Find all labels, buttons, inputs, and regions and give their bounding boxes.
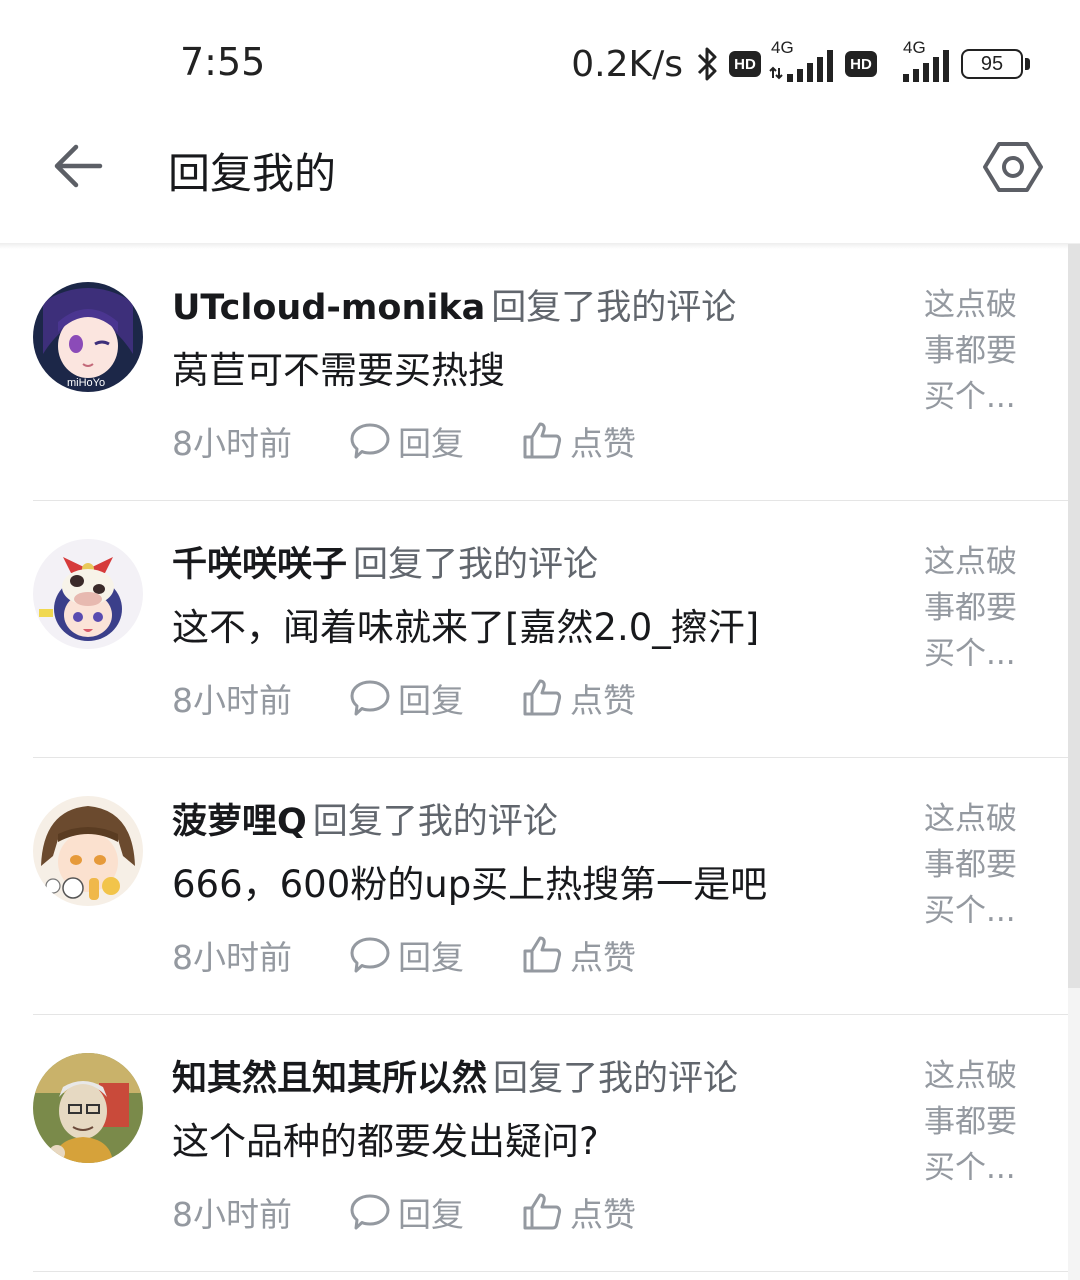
reply-title: UTcloud-monika 回复了我的评论 xyxy=(172,284,912,332)
user-name[interactable]: 知其然且知其所以然 xyxy=(172,1059,487,1099)
reply-list[interactable]: miHoYo UTcloud-monika 回复了我的评论 莴苣可不需要买热搜 8… xyxy=(0,244,1068,1280)
avatar[interactable] xyxy=(33,796,143,906)
reply-button-label: 回复 xyxy=(398,424,464,463)
source-comment-preview[interactable]: 这点破事都要买个... xyxy=(924,1053,1024,1191)
battery-icon: 95 xyxy=(961,49,1030,79)
status-bar: 7:55 0.2K/s HD 4G HD 4G 95 xyxy=(0,0,1080,120)
bluetooth-icon xyxy=(697,47,717,81)
status-time: 7:55 xyxy=(180,40,266,84)
source-comment-preview[interactable]: 这点破事都要买个... xyxy=(924,282,1024,420)
like-button[interactable]: 点赞 xyxy=(520,417,636,465)
chat-bubble-icon xyxy=(350,423,390,459)
like-button[interactable]: 点赞 xyxy=(520,931,636,979)
reply-time: 8小时前 xyxy=(172,681,292,720)
battery-level: 95 xyxy=(961,49,1023,79)
like-button-label: 点赞 xyxy=(570,938,636,977)
arrow-left-icon xyxy=(54,144,103,188)
thumbs-up-icon xyxy=(523,1193,562,1230)
reply-time: 8小时前 xyxy=(172,424,292,463)
reply-title: 菠萝哩Q 回复了我的评论 xyxy=(172,798,912,846)
reply-item[interactable]: 千咲咲咲子 回复了我的评论 这不，闻着味就来了[嘉然2.0_擦汗] 8小时前 回复… xyxy=(0,501,1068,758)
hexagon-settings-icon xyxy=(983,142,1043,192)
reply-button[interactable]: 回复 xyxy=(348,931,520,979)
user-name[interactable]: UTcloud-monika xyxy=(172,288,485,328)
reply-time: 8小时前 xyxy=(172,1195,292,1234)
user-name[interactable]: 菠萝哩Q xyxy=(172,802,307,842)
divider xyxy=(33,1271,1068,1272)
back-button[interactable] xyxy=(50,138,106,194)
settings-button[interactable] xyxy=(982,136,1044,198)
hd-badge: HD xyxy=(729,51,761,77)
reply-action-text: 回复了我的评论 xyxy=(353,545,599,585)
reply-action-text: 回复了我的评论 xyxy=(312,802,558,842)
avatar[interactable]: miHoYo xyxy=(33,282,143,392)
chat-bubble-icon xyxy=(350,1194,390,1230)
status-indicators: 0.2K/s HD 4G HD 4G 95 xyxy=(571,38,1030,86)
reply-button-label: 回复 xyxy=(398,681,464,720)
scrollbar-thumb[interactable] xyxy=(1068,244,1080,988)
reply-time: 8小时前 xyxy=(172,938,292,977)
thumbs-up-icon xyxy=(523,422,562,459)
reply-item[interactable]: 菠萝哩Q 回复了我的评论 666，600粉的up买上热搜第一是吧 8小时前 回复 … xyxy=(0,758,1068,1015)
reply-content[interactable]: 莴苣可不需要买热搜 xyxy=(172,346,912,396)
svg-text:miHoYo: miHoYo xyxy=(67,377,105,389)
like-button[interactable]: 点赞 xyxy=(520,1188,636,1236)
chat-bubble-icon xyxy=(350,937,390,973)
reply-meta: 8小时前 回复 点赞 xyxy=(172,930,636,980)
reply-meta: 8小时前 回复 点赞 xyxy=(172,1187,636,1237)
like-button-label: 点赞 xyxy=(570,424,636,463)
reply-item[interactable]: miHoYo UTcloud-monika 回复了我的评论 莴苣可不需要买热搜 8… xyxy=(0,244,1068,501)
reply-button-label: 回复 xyxy=(398,1195,464,1234)
reply-item[interactable]: 知其然且知其所以然 回复了我的评论 这个品种的都要发出疑问? 8小时前 回复 点赞… xyxy=(0,1015,1068,1272)
like-button-label: 点赞 xyxy=(570,1195,636,1234)
avatar[interactable] xyxy=(33,1053,143,1163)
app-header: 回复我的 xyxy=(0,120,1080,244)
reply-meta: 8小时前 回复 点赞 xyxy=(172,673,636,723)
hd-badge-2: HD xyxy=(845,51,877,77)
signal-icon: 4G xyxy=(769,38,837,84)
signal-icon-2: 4G xyxy=(885,38,953,84)
reply-action-text: 回复了我的评论 xyxy=(493,1059,739,1099)
network-speed: 0.2K/s xyxy=(571,43,683,85)
like-button-label: 点赞 xyxy=(570,681,636,720)
reply-button[interactable]: 回复 xyxy=(348,1188,520,1236)
reply-title: 千咲咲咲子 回复了我的评论 xyxy=(172,541,912,589)
reply-action-text: 回复了我的评论 xyxy=(491,288,737,328)
reply-title: 知其然且知其所以然 回复了我的评论 xyxy=(172,1055,912,1103)
avatar[interactable] xyxy=(33,539,143,649)
source-comment-preview[interactable]: 这点破事都要买个... xyxy=(924,539,1024,677)
reply-content[interactable]: 这个品种的都要发出疑问? xyxy=(172,1117,912,1167)
user-name[interactable]: 千咲咲咲子 xyxy=(172,545,347,585)
reply-content[interactable]: 666，600粉的up买上热搜第一是吧 xyxy=(172,860,912,910)
source-comment-preview[interactable]: 这点破事都要买个... xyxy=(924,796,1024,934)
page-title: 回复我的 xyxy=(168,149,337,198)
thumbs-up-icon xyxy=(523,679,562,716)
reply-meta: 8小时前 回复 点赞 xyxy=(172,416,636,466)
chat-bubble-icon xyxy=(350,680,390,716)
thumbs-up-icon xyxy=(523,936,562,973)
like-button[interactable]: 点赞 xyxy=(520,674,636,722)
reply-button-label: 回复 xyxy=(398,938,464,977)
reply-button[interactable]: 回复 xyxy=(348,417,520,465)
reply-content[interactable]: 这不，闻着味就来了[嘉然2.0_擦汗] xyxy=(172,603,912,653)
reply-button[interactable]: 回复 xyxy=(348,674,520,722)
